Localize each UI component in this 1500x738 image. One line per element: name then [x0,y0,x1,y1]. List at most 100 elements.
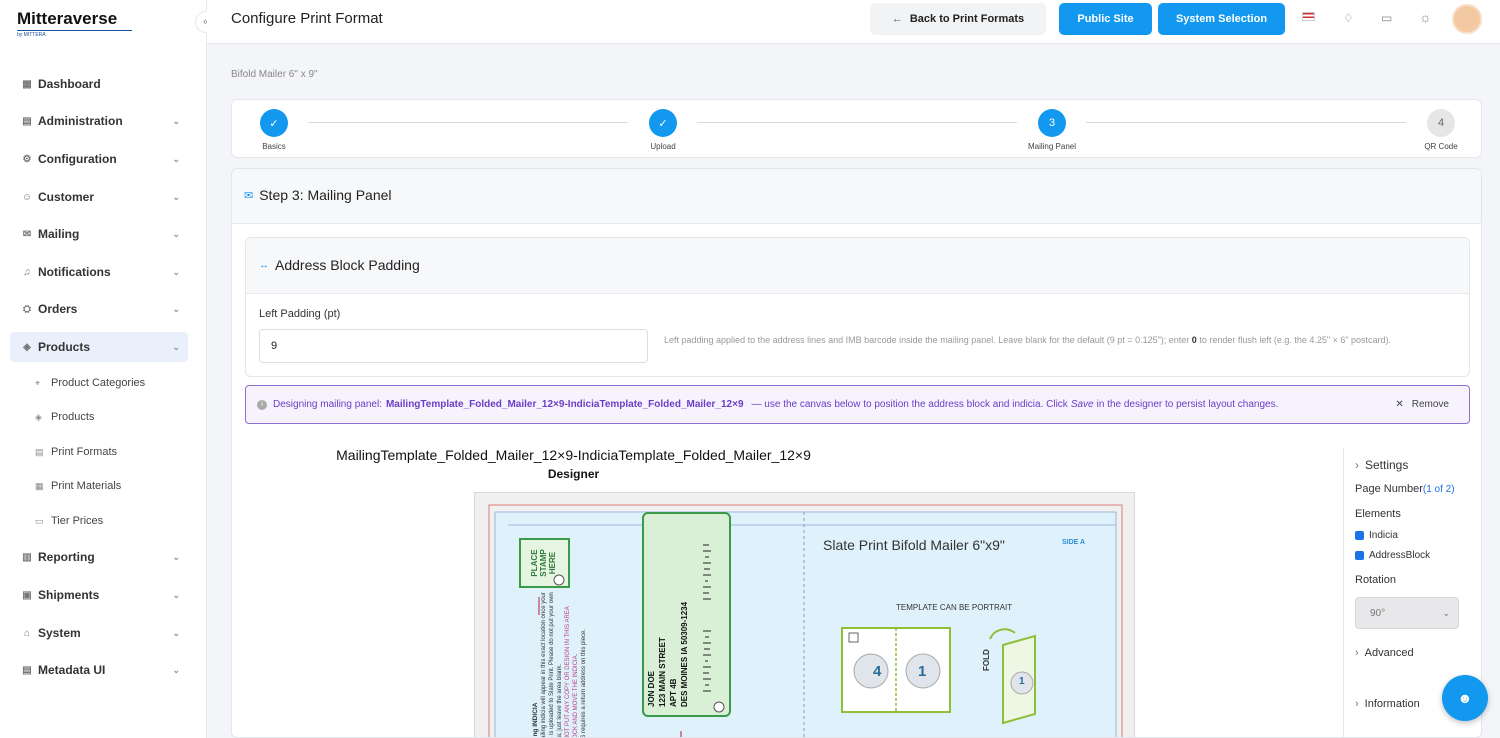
alert-template-name: MailingTemplate_Folded_Mailer_12×9-Indic… [385,399,744,410]
checkbox-checked-icon[interactable] [1355,550,1364,560]
reporting-icon: ▥ [22,551,32,563]
checkbox-icon [848,632,859,643]
stepper-line [308,122,628,123]
chevron-right-icon: › [1355,698,1359,710]
stepper-line [1086,122,1406,123]
chevron-down-icon: ⌄ [172,115,180,126]
materials-icon: ▦ [35,480,44,491]
sidebar-item-products[interactable]: ◈ Products ⌄ [10,332,188,362]
alert-text: in the designer to persist layout change… [1096,399,1279,410]
sidebar-item-label: Shipments [38,588,100,602]
sidebar-subitem-print-materials[interactable]: ▦ Print Materials [35,480,121,492]
sidebar-item-customer[interactable]: ☺ Customer ⌄ [10,182,188,212]
sidebar-item-system[interactable]: ⌂ System ⌄ [10,618,188,648]
brand-logo[interactable]: Mitteraverse by MITTERA [17,9,132,38]
designing-alert: i Designing mailing panel: MailingTempla… [245,385,1470,424]
advanced-toggle[interactable]: › Advanced [1355,647,1414,659]
chevron-down-icon: ⌄ [172,627,180,638]
sidebar-item-label: Mailing [38,227,80,241]
avatar[interactable] [1452,4,1482,34]
brand-subtitle: by MITTERA [17,30,132,38]
indicia-text-block: Mailing INDICIA 1" mailing indicia will … [532,581,588,738]
price-icon: ▭ [35,515,44,526]
user-icon: ☺ [21,191,33,203]
step-upload[interactable]: ✓ Upload [633,109,693,151]
remove-button[interactable]: ✕ Remove [1395,399,1449,410]
sidebar-item-reporting[interactable]: ▥ Reporting ⌄ [10,542,188,572]
chevron-down-icon: ⌄ [172,341,180,352]
checkbox-checked-icon[interactable] [1355,530,1364,540]
element-label: AddressBlock [1369,550,1431,561]
usps-note: USPS requires a return address on this p… [581,628,587,738]
sidebar-item-notifications[interactable]: ♫ Notifications ⌄ [10,257,188,287]
orders-icon: ⛭ [23,303,31,315]
arrow-left-icon: ← [891,13,903,25]
sidebar-item-orders[interactable]: ⛭ Orders ⌄ [10,294,188,324]
step-mailing-panel[interactable]: 3 Mailing Panel [1022,109,1082,151]
sidebar-subitem-products[interactable]: ◈ Products [35,411,94,423]
sidebar-item-metadata-ui[interactable]: ▤ Metadata UI ⌄ [10,655,188,685]
address-line: 123 MAIN STREET [658,637,667,707]
sidebar-item-dashboard[interactable]: ▦ Dashboard [10,69,188,99]
rotation-select[interactable]: 90° ⌄ [1355,597,1459,629]
products-icon: ◈ [23,341,31,353]
tag-icon: ⌖ [35,377,41,388]
step-basics[interactable]: ✓ Basics [244,109,304,151]
card-header: ✉ Step 3: Mailing Panel [232,169,1481,224]
back-to-print-formats-button[interactable]: ← Back to Print Formats [870,3,1046,35]
stamp-label: PLACE STAMP HERE [530,549,557,577]
element-address-block[interactable]: AddressBlock [1355,550,1430,561]
sidebar-item-label: Orders [38,302,78,316]
advanced-label: Advanced [1364,647,1414,659]
sidebar-item-shipments[interactable]: ▣ Shipments ⌄ [10,580,188,610]
remove-label: Remove [1411,399,1449,410]
sidebar-subitem-print-formats[interactable]: ▤ Print Formats [35,446,117,458]
page-number-label: Page Number [1355,483,1423,495]
theme-toggle-icon[interactable]: ☼ [1419,9,1432,25]
system-selection-button[interactable]: System Selection [1158,3,1285,35]
address-line: DES MOINES IA 50309-1234 [680,601,689,707]
information-toggle[interactable]: › Information [1355,698,1420,710]
alert-text: Designing mailing panel: [273,399,382,410]
settings-toggle[interactable]: › Settings [1355,458,1408,472]
step-number: 4 [1427,109,1455,137]
sidebar-subitem-label: Product Categories [51,377,146,389]
bell-icon[interactable]: ♢ [1343,11,1354,25]
panel-title: ↔ Address Block Padding [259,257,420,273]
chevron-down-icon: ⌄ [172,228,180,239]
page-number-value[interactable]: (1 of 2) [1423,484,1455,495]
sidebar-item-label: Products [38,340,91,354]
left-padding-input[interactable]: 9 [259,329,648,363]
stepper-line [697,122,1017,123]
chevron-down-icon: ⌄ [172,153,180,164]
chevron-right-icon: › [1355,458,1359,472]
sidebar-subitem-tier-prices[interactable]: ▭ Tier Prices [35,515,103,527]
chat-bot-button[interactable]: ☻ [1442,675,1488,721]
designer-canvas[interactable]: Slate Print Bifold Mailer 6"x9" SIDE A T… [474,492,1135,738]
chevron-down-icon: ⌄ [172,303,180,314]
sidebar: Mitteraverse by MITTERA « ▦ Dashboard ▤ Ad… [0,0,217,738]
designer-subtitle: Designer [547,467,600,481]
sidebar-subitem-label: Tier Prices [51,515,104,527]
step-qr-code[interactable]: 4 QR Code [1411,109,1471,151]
sidebar-subitem-label: Print Formats [51,446,118,458]
left-padding-label: Left Padding (pt) [259,308,341,320]
us-flag-icon[interactable] [1302,12,1315,21]
indicia-warning: DO NOT PUT ANY COPY OR DESIGN IN THIS AR… [565,606,579,738]
chat-icon[interactable]: ▭ [1381,11,1392,25]
sidebar-item-label: Reporting [38,550,95,564]
sidebar-item-label: System [38,626,81,640]
admin-icon: ▤ [22,115,32,127]
sidebar-item-administration[interactable]: ▤ Administration ⌄ [10,106,188,136]
robot-icon: ☻ [1457,690,1473,706]
gear-icon: ⚙ [22,153,32,165]
template-number-4: 4 [873,663,882,680]
sidebar-subitem-product-categories[interactable]: ⌖ Product Categories [35,377,145,389]
public-site-button[interactable]: Public Site [1059,3,1152,35]
sidebar-item-configuration[interactable]: ⚙ Configuration ⌄ [10,144,188,174]
sidebar-item-mailing[interactable]: ✉ Mailing ⌄ [10,219,188,249]
alert-save: Save [1070,399,1094,410]
element-indicia[interactable]: Indicia [1355,530,1398,541]
product-icon: ◈ [35,411,42,422]
close-icon: ✕ [1395,399,1404,410]
